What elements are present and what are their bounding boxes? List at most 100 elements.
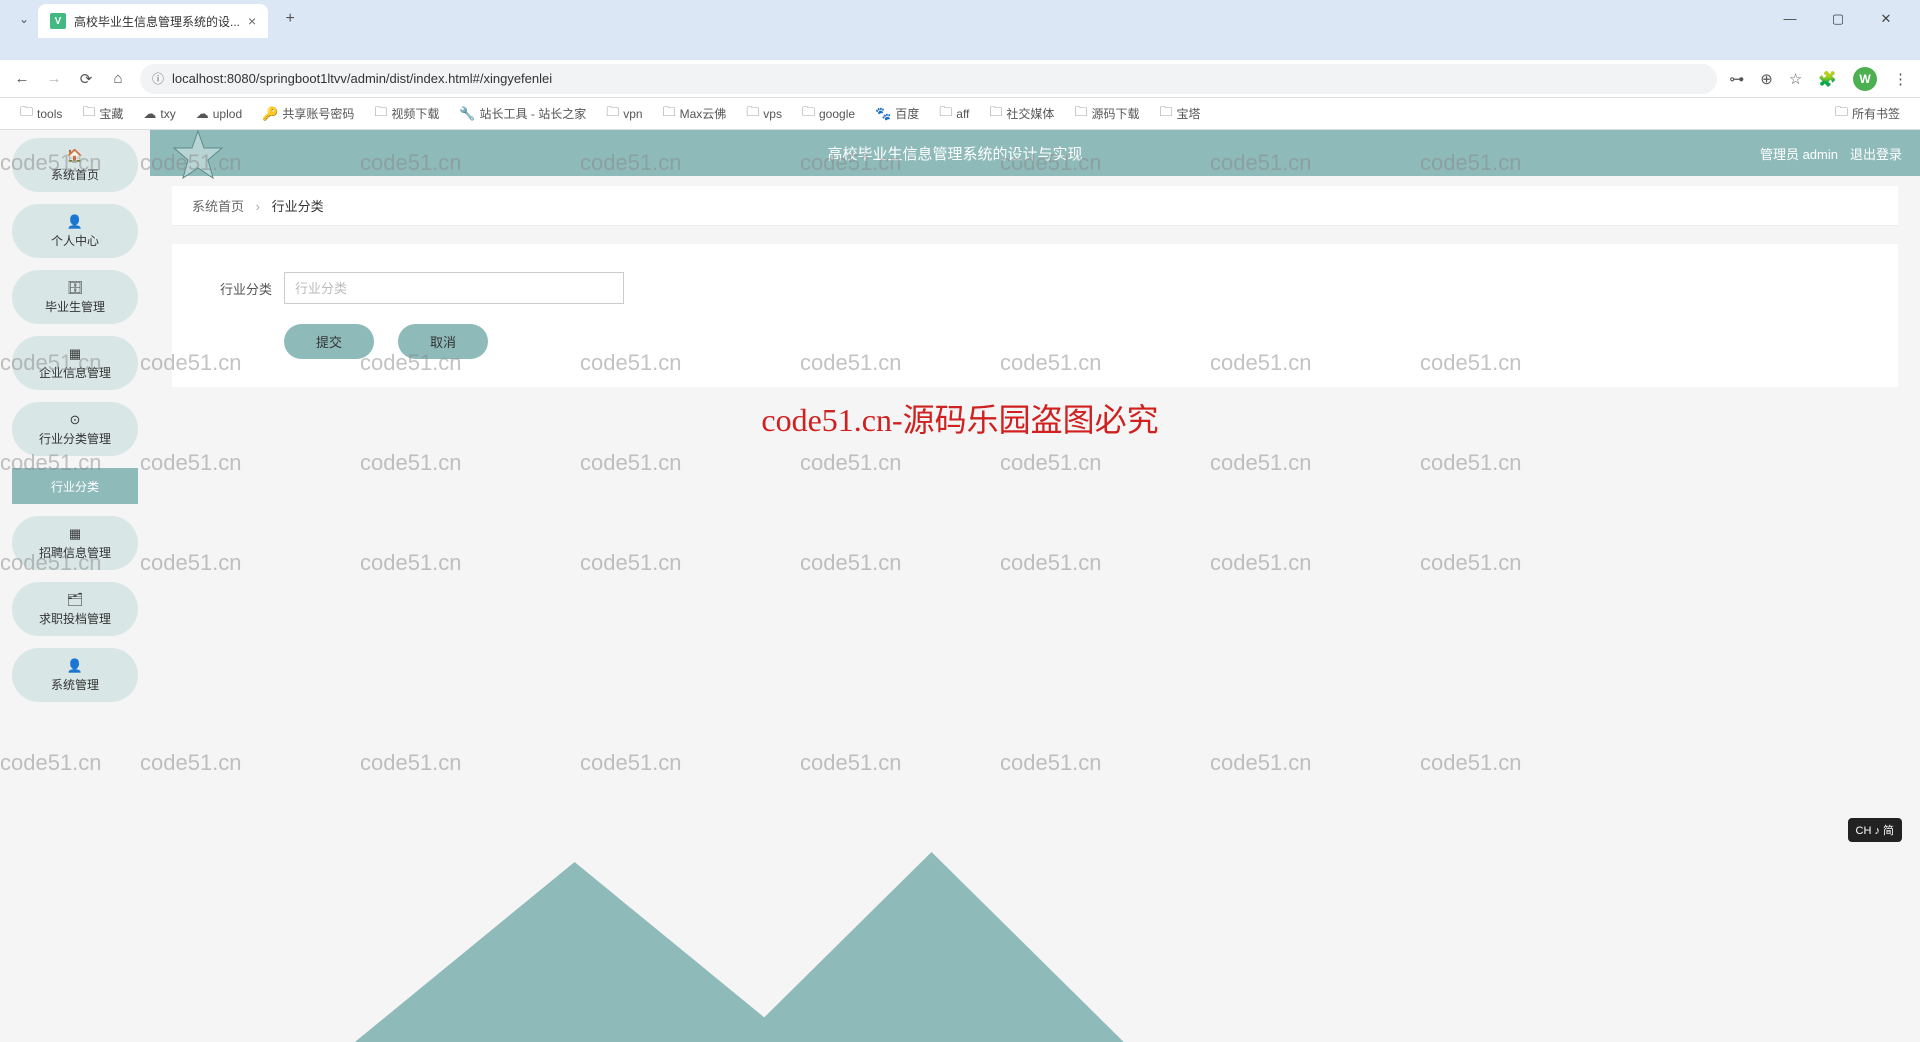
nav-profile[interactable]: 👤个人中心 — [12, 204, 138, 258]
menu-icon[interactable]: ⋮ — [1893, 70, 1908, 88]
breadcrumb-home[interactable]: 系统首页 — [192, 199, 244, 214]
maximize-button[interactable]: ▢ — [1824, 11, 1852, 27]
browser-tab[interactable]: V 高校毕业生信息管理系统的设... × — [38, 4, 268, 38]
cloud-icon: ☁ — [196, 106, 209, 122]
dot-icon: ⊙ — [70, 412, 81, 428]
favicon-icon: V — [50, 13, 66, 29]
folder-icon: 🗀 — [1835, 103, 1848, 125]
breadcrumb: 系统首页 › 行业分类 — [172, 186, 1898, 226]
sidebar: 🏠系统首页 👤个人中心 🗄毕业生管理 ▦企业信息管理 ⊙行业分类管理 行业分类 … — [0, 130, 150, 1042]
browser-chrome: ⌄ V 高校毕业生信息管理系统的设... × + — ▢ ✕ — [0, 0, 1920, 60]
url-input[interactable]: ⓘ localhost:8080/springboot1ltvv/admin/d… — [140, 64, 1717, 94]
cancel-button[interactable]: 取消 — [398, 324, 488, 359]
folder-icon: 🗀 — [746, 103, 759, 125]
nav-graduates[interactable]: 🗄毕业生管理 — [12, 270, 138, 324]
folder-icon: 🗀 — [82, 103, 95, 125]
bookmark-item[interactable]: 🗀vps — [738, 99, 790, 129]
bookmark-item[interactable]: 🗀aff — [931, 99, 977, 129]
person-icon: 👤 — [67, 658, 83, 674]
baidu-icon: 🐾 — [875, 106, 891, 122]
folder-icon: 🗀 — [802, 103, 815, 125]
category-label: 行业分类 — [212, 279, 272, 298]
bookmark-item[interactable]: ☁uplod — [188, 102, 250, 126]
nav-recruitment[interactable]: ▦招聘信息管理 — [12, 516, 138, 570]
cloud-icon: ☁ — [143, 106, 156, 122]
site-info-icon[interactable]: ⓘ — [152, 70, 164, 87]
folder-icon: 🗀 — [374, 103, 387, 125]
all-bookmarks-button[interactable]: 🗀所有书签 — [1827, 99, 1908, 129]
db-icon: 🗄 — [67, 280, 84, 296]
bookmark-item[interactable]: 🔑共享账号密码 — [254, 101, 362, 126]
form-card: 行业分类 提交 取消 — [172, 244, 1898, 387]
translate-icon[interactable]: ⊕ — [1760, 70, 1773, 88]
key-icon[interactable]: ⊶ — [1729, 70, 1744, 88]
folder-icon: 🗀 — [989, 103, 1002, 125]
minimize-button[interactable]: — — [1776, 11, 1804, 27]
address-bar: ← → ⟳ ⌂ ⓘ localhost:8080/springboot1ltvv… — [0, 60, 1920, 98]
grid-icon: ▦ — [69, 346, 81, 362]
bookmark-item[interactable]: 🗀视频下载 — [366, 99, 447, 129]
logout-button[interactable]: 退出登录 — [1850, 144, 1902, 163]
folder-icon: 🗀 — [606, 103, 619, 125]
reload-button[interactable]: ⟳ — [76, 70, 96, 88]
breadcrumb-current: 行业分类 — [272, 199, 324, 214]
bookmark-item[interactable]: 🗀tools — [12, 99, 70, 129]
archive-icon: 🗂 — [67, 592, 84, 608]
home-button[interactable]: ⌂ — [108, 70, 128, 87]
tab-bar: ⌄ V 高校毕业生信息管理系统的设... × + — ▢ ✕ — [0, 0, 1920, 38]
grid-icon: ▦ — [69, 526, 81, 542]
current-user[interactable]: 管理员 admin — [1760, 144, 1838, 163]
person-icon: 👤 — [67, 214, 83, 230]
profile-avatar[interactable]: W — [1853, 67, 1877, 91]
close-window-button[interactable]: ✕ — [1872, 11, 1900, 27]
nav-system[interactable]: 👤系统管理 — [12, 648, 138, 702]
bookmark-item[interactable]: 🗀源码下载 — [1066, 99, 1147, 129]
nav-company[interactable]: ▦企业信息管理 — [12, 336, 138, 390]
chevron-right-icon: › — [256, 199, 260, 214]
forward-button[interactable]: → — [44, 70, 64, 87]
bookmark-item[interactable]: 🗀google — [794, 99, 863, 129]
app-container: 🏠系统首页 👤个人中心 🗄毕业生管理 ▦企业信息管理 ⊙行业分类管理 行业分类 … — [0, 130, 1920, 1042]
toolbar-right: ⊶ ⊕ ☆ 🧩 W ⋮ — [1729, 67, 1908, 91]
bookmark-item[interactable]: 🔧站长工具 - 站长之家 — [451, 101, 594, 126]
close-tab-icon[interactable]: × — [248, 13, 256, 29]
home-icon: 🏠 — [67, 148, 83, 164]
bookmarks-bar: 🗀tools 🗀宝藏 ☁txy ☁uplod 🔑共享账号密码 🗀视频下载 🔧站长… — [0, 98, 1920, 130]
key-icon: 🔑 — [262, 106, 278, 122]
nav-industry-category[interactable]: 行业分类 — [12, 468, 138, 504]
bookmark-item[interactable]: 🗀宝藏 — [74, 99, 131, 129]
mountain-decoration — [300, 802, 1920, 1042]
folder-icon: 🗀 — [1159, 103, 1172, 125]
bookmark-item[interactable]: 🗀社交媒体 — [981, 99, 1062, 129]
category-input[interactable] — [284, 272, 624, 304]
new-tab-button[interactable]: + — [276, 10, 304, 28]
bookmark-item[interactable]: 🗀vpn — [598, 99, 650, 129]
tab-list-dropdown[interactable]: ⌄ — [10, 12, 38, 26]
star-decoration-icon — [168, 130, 228, 186]
button-row: 提交 取消 — [212, 324, 1858, 359]
bookmark-item[interactable]: 🐾百度 — [867, 101, 927, 126]
main-content: 高校毕业生信息管理系统的设计与实现 管理员 admin 退出登录 系统首页 › … — [150, 130, 1920, 1042]
folder-icon: 🗀 — [20, 103, 33, 125]
nav-jobapply[interactable]: 🗂求职投档管理 — [12, 582, 138, 636]
nav-industry-mgmt[interactable]: ⊙行业分类管理 — [12, 402, 138, 456]
bookmark-star-icon[interactable]: ☆ — [1789, 70, 1802, 88]
nav-home[interactable]: 🏠系统首页 — [12, 138, 138, 192]
ime-indicator: CH ♪ 简 — [1848, 818, 1903, 842]
submit-button[interactable]: 提交 — [284, 324, 374, 359]
url-text: localhost:8080/springboot1ltvv/admin/dis… — [172, 71, 1705, 86]
form-row-category: 行业分类 — [212, 272, 1858, 304]
folder-icon: 🗀 — [663, 103, 676, 125]
extensions-icon[interactable]: 🧩 — [1818, 70, 1837, 88]
back-button[interactable]: ← — [12, 70, 32, 87]
header-banner: 高校毕业生信息管理系统的设计与实现 管理员 admin 退出登录 — [150, 130, 1920, 176]
window-controls: — ▢ ✕ — [1776, 11, 1920, 27]
user-area: 管理员 admin 退出登录 — [1760, 144, 1920, 163]
site-icon: 🔧 — [459, 106, 475, 122]
folder-icon: 🗀 — [939, 103, 952, 125]
tab-title: 高校毕业生信息管理系统的设... — [74, 13, 240, 30]
bookmark-item[interactable]: 🗀Max云佛 — [655, 99, 735, 129]
bookmark-item[interactable]: 🗀宝塔 — [1151, 99, 1208, 129]
bookmark-item[interactable]: ☁txy — [135, 102, 183, 126]
folder-icon: 🗀 — [1074, 103, 1087, 125]
